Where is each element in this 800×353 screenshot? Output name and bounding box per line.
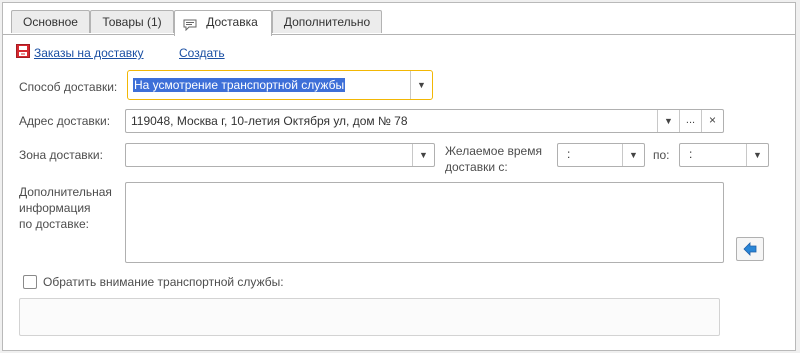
additional-info-label-line3: по доставке: (19, 217, 89, 231)
attention-checkbox[interactable] (23, 275, 37, 289)
additional-info-textarea[interactable] (125, 182, 724, 263)
insert-left-button[interactable] (736, 237, 764, 261)
delivery-method-label: Способ доставки: (19, 80, 118, 94)
time-to-label: по: (653, 148, 670, 162)
chevron-down-icon[interactable]: ▼ (746, 144, 768, 166)
delivery-zone-label: Зона доставки: (19, 148, 103, 162)
delivery-address-label: Адрес доставки: (19, 114, 111, 128)
additional-info-label-line1: Дополнительная (19, 185, 112, 199)
additional-info-label: Дополнительная информация по доставке: (19, 184, 112, 232)
arrow-left-icon (743, 242, 757, 259)
tab-divider (3, 34, 795, 35)
chevron-down-icon[interactable]: ▼ (412, 144, 434, 166)
attention-label: Обратить внимание транспортной службы: (43, 275, 284, 289)
desired-time-label: Желаемое время доставки с: (445, 143, 542, 175)
tab-label: Основное (23, 15, 78, 29)
delivery-zone-select[interactable]: ▼ (125, 143, 435, 167)
delivery-orders-icon[interactable] (16, 44, 30, 61)
delivery-orders-link[interactable]: Заказы на доставку (34, 46, 144, 60)
delivery-address-value: 119048, Москва г, 10-летия Октября ул, д… (131, 114, 408, 128)
tab-main[interactable]: Основное (11, 10, 90, 33)
desired-time-label-line1: Желаемое время (445, 144, 542, 158)
chevron-down-icon[interactable]: ▼ (622, 144, 644, 166)
attention-textarea[interactable] (19, 298, 720, 336)
delivery-address-field[interactable]: 119048, Москва г, 10-летия Октября ул, д… (125, 109, 724, 133)
tab-label: Дополнительно (283, 15, 371, 29)
time-from-field[interactable]: : ▼ (557, 143, 645, 167)
speech-bubble-icon (183, 16, 197, 38)
time-to-field[interactable]: : ▼ (679, 143, 769, 167)
time-from-value: : (567, 147, 571, 161)
tab-delivery[interactable]: Доставка (174, 10, 272, 36)
chevron-down-icon[interactable]: ▼ (410, 71, 432, 99)
create-link[interactable]: Создать (179, 46, 225, 60)
tab-goods[interactable]: Товары (1) (90, 10, 174, 33)
desired-time-label-line2: доставки с: (445, 160, 508, 174)
time-to-value: : (689, 147, 693, 161)
chevron-down-icon[interactable]: ▼ (657, 110, 679, 132)
delivery-form: Основное Товары (1) Доставка Дополнитель… (2, 2, 796, 351)
delivery-method-select[interactable]: На усмотрение транспортной службы ▼ (127, 70, 433, 100)
tab-label: Товары (1) (102, 15, 162, 29)
delivery-method-value: На усмотрение транспортной службы (133, 78, 346, 92)
tab-additional[interactable]: Дополнительно (272, 10, 382, 33)
additional-info-label-line2: информация (19, 201, 91, 215)
address-more-button[interactable]: ... (679, 110, 701, 132)
address-clear-button[interactable]: × (701, 110, 723, 132)
tab-label: Доставка (206, 15, 258, 29)
